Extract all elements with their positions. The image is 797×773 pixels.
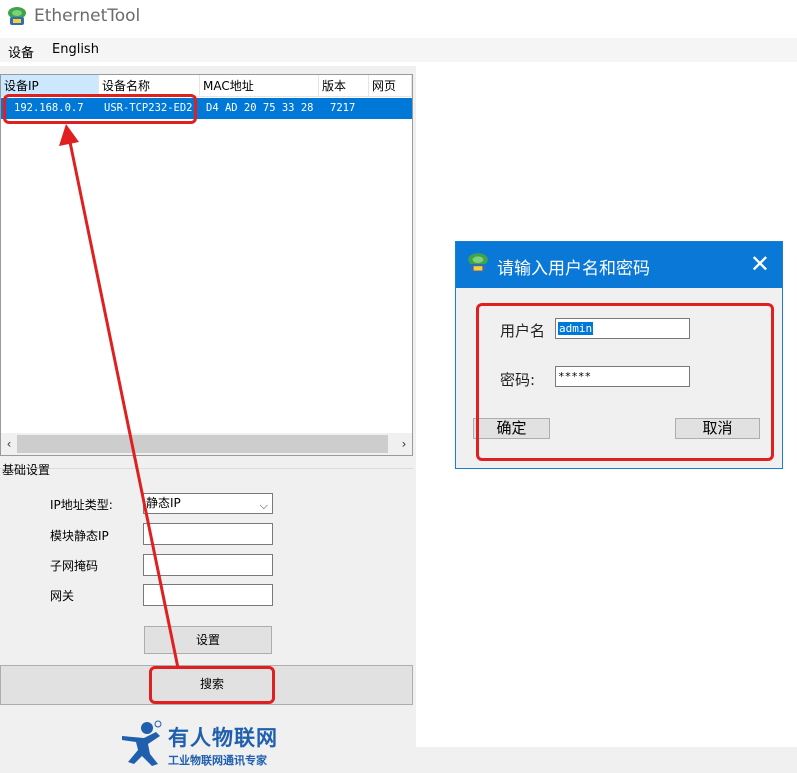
- column-header-version[interactable]: 版本: [319, 75, 369, 97]
- set-button[interactable]: 设置: [144, 626, 272, 654]
- menu-english[interactable]: English: [52, 42, 99, 57]
- subnet-mask-label: 子网掩码: [50, 559, 99, 573]
- close-icon[interactable]: ✕: [750, 250, 770, 278]
- horizontal-scrollbar[interactable]: ‹ ›: [1, 433, 412, 455]
- menu-device[interactable]: 设备: [8, 42, 34, 61]
- highlight-device-row: [3, 94, 197, 124]
- app-icon: [468, 253, 488, 273]
- highlight-login-form: [476, 303, 774, 461]
- gateway-input[interactable]: [143, 584, 273, 606]
- ip-type-label: IP地址类型:: [50, 498, 113, 512]
- title-bar: EthernetTool: [0, 0, 797, 38]
- highlight-search-button: [149, 666, 275, 704]
- brand-tagline: 工业物联网通讯专家: [168, 754, 267, 767]
- gateway-label: 网关: [50, 589, 75, 603]
- scroll-left-icon[interactable]: ‹: [1, 433, 17, 455]
- device-list[interactable]: 设备IP 设备名称 MAC地址 版本 网页 192.168.0.7 USR-TC…: [0, 74, 413, 456]
- scroll-thumb[interactable]: [17, 435, 388, 453]
- dialog-title-bar: 请输入用户名和密码 ✕: [456, 242, 782, 288]
- menu-bar: 设备 English: [0, 38, 797, 62]
- scroll-right-icon[interactable]: ›: [396, 433, 412, 455]
- static-ip-input[interactable]: [143, 523, 273, 545]
- window-title: EthernetTool: [34, 6, 141, 26]
- column-header-web[interactable]: 网页: [369, 75, 412, 97]
- cell-version: 7217: [330, 102, 356, 114]
- cell-mac: D4 AD 20 75 33 28: [206, 102, 314, 114]
- column-header-mac[interactable]: MAC地址: [200, 75, 319, 97]
- subnet-mask-input[interactable]: [143, 554, 273, 576]
- cell-web: [373, 98, 411, 119]
- ip-type-select[interactable]: 静态IP ⌵: [143, 493, 273, 514]
- brand-figure-icon: [122, 720, 162, 766]
- app-icon: [8, 7, 26, 25]
- brand-logo: 有人物联网 工业物联网通讯专家: [120, 720, 300, 768]
- chevron-down-icon: ⌵: [259, 499, 268, 512]
- dialog-title: 请输入用户名和密码: [497, 259, 650, 279]
- brand-name: 有人物联网: [168, 726, 278, 750]
- ip-type-value: 静态IP: [146, 496, 181, 510]
- bottom-strip: [416, 747, 797, 773]
- basic-settings-title: 基础设置: [2, 463, 51, 477]
- static-ip-label: 模块静态IP: [50, 529, 109, 543]
